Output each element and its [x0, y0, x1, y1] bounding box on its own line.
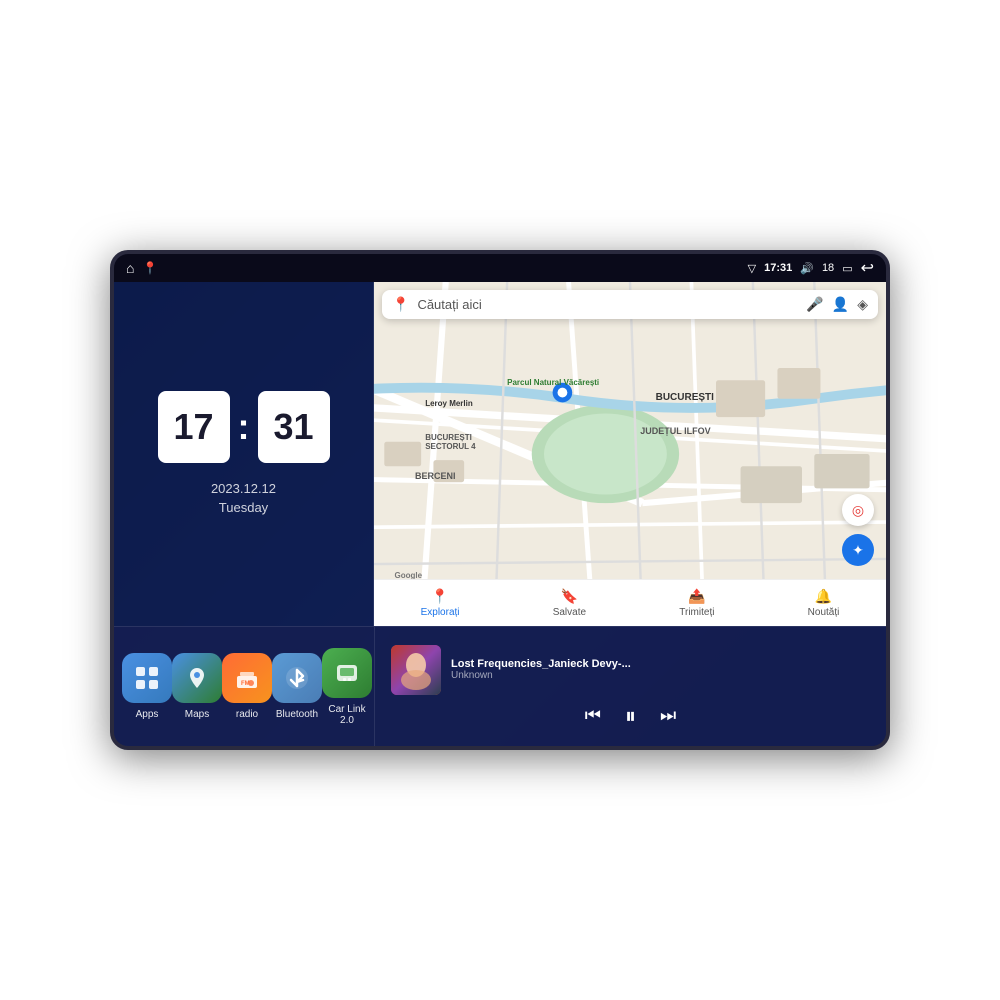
- map-container[interactable]: TRAPEZULUI BUCUREȘTI JUDEȚUL ILFOV Parcu…: [374, 282, 886, 626]
- maps-pin-icon: 📍: [392, 296, 409, 313]
- volume-icon: 🔊: [800, 262, 814, 275]
- prev-button[interactable]: ⏮: [585, 705, 601, 726]
- play-icon: ⏸: [625, 703, 636, 729]
- app-item-radio[interactable]: FM radio: [222, 653, 272, 720]
- app-item-apps[interactable]: Apps: [122, 653, 172, 720]
- back-icon[interactable]: ↩: [861, 258, 874, 278]
- news-label: Noutăți: [808, 607, 840, 618]
- apps-icon-img: [122, 653, 172, 703]
- explore-icon: 📍: [431, 588, 448, 605]
- album-art-img: [391, 645, 441, 695]
- date-text: 2023.12.12: [211, 479, 276, 499]
- music-artist: Unknown: [451, 670, 870, 681]
- clock-display: 17 : 31: [158, 391, 330, 463]
- map-search-icons: 🎤 👤 ◈: [806, 296, 868, 313]
- account-icon[interactable]: 👤: [832, 296, 849, 313]
- news-icon: 🔔: [815, 588, 832, 605]
- date-display: 2023.12.12 Tuesday: [211, 479, 276, 518]
- radio-label: radio: [236, 709, 258, 720]
- mic-icon[interactable]: 🎤: [806, 296, 823, 313]
- explore-label: Explorați: [421, 607, 460, 618]
- nav-icon[interactable]: 📍: [142, 261, 157, 275]
- map-searchbar[interactable]: 📍 Căutați aici 🎤 👤 ◈: [382, 290, 878, 319]
- map-nav-explore[interactable]: 📍 Explorați: [421, 588, 460, 618]
- send-label: Trimiteți: [679, 607, 714, 618]
- map-panel: TRAPEZULUI BUCUREȘTI JUDEȚUL ILFOV Parcu…: [374, 282, 886, 626]
- map-label-berceni: BERCENI: [415, 471, 456, 481]
- prev-icon: ⏮: [585, 705, 601, 726]
- map-nav-saved[interactable]: 🔖 Salvate: [553, 588, 586, 618]
- maps-icon-img: [172, 653, 222, 703]
- bluetooth-icon-img: [272, 653, 322, 703]
- clock-colon: :: [238, 406, 250, 448]
- play-pause-button[interactable]: ⏸: [625, 703, 636, 729]
- location-icon: ✦: [852, 542, 864, 559]
- next-icon: ⏭: [660, 705, 676, 726]
- music-player: Lost Frequencies_Janieck Devy-... Unknow…: [374, 627, 886, 746]
- album-art: [391, 645, 441, 695]
- send-icon: 📤: [688, 588, 705, 605]
- device-frame: ⌂ 📍 ▽ 17:31 🔊 18 ▭ ↩ 17 : 31 2023.12.1: [110, 250, 890, 750]
- map-nav-send[interactable]: 📤 Trimiteți: [679, 588, 714, 618]
- carlink-icon-img: [322, 648, 372, 698]
- battery-icon: ▭: [842, 262, 852, 275]
- clock-panel: 17 : 31 2023.12.12 Tuesday: [114, 282, 374, 626]
- map-label-ilfov: JUDEȚUL ILFOV: [640, 426, 710, 436]
- top-area: 17 : 31 2023.12.12 Tuesday: [114, 282, 886, 626]
- compass-icon: ◎: [852, 502, 864, 519]
- clock-hours: 17: [158, 391, 230, 463]
- volume-level: 18: [822, 262, 834, 274]
- apps-label: Apps: [136, 709, 159, 720]
- status-bar: ⌂ 📍 ▽ 17:31 🔊 18 ▭ ↩: [114, 254, 886, 282]
- map-compass-btn[interactable]: ◎: [842, 494, 874, 526]
- map-visual: TRAPEZULUI BUCUREȘTI JUDEȚUL ILFOV Parcu…: [374, 282, 886, 626]
- map-label-leroy: Leroy Merlin: [425, 399, 473, 408]
- bluetooth-label: Bluetooth: [276, 709, 318, 720]
- map-search-text[interactable]: Căutați aici: [417, 297, 798, 312]
- app-item-maps[interactable]: Maps: [172, 653, 222, 720]
- layers-icon[interactable]: ◈: [857, 296, 868, 313]
- music-controls: ⏮ ⏸ ⏭: [391, 703, 870, 729]
- radio-icon-img: FM: [222, 653, 272, 703]
- carlink-label: Car Link 2.0: [322, 704, 372, 726]
- map-location-btn[interactable]: ✦: [842, 534, 874, 566]
- map-nav-news[interactable]: 🔔 Noutăți: [808, 588, 840, 618]
- music-top: Lost Frequencies_Janieck Devy-... Unknow…: [391, 645, 870, 695]
- music-info: Lost Frequencies_Janieck Devy-... Unknow…: [451, 658, 870, 681]
- app-item-carlink[interactable]: Car Link 2.0: [322, 648, 372, 726]
- bottom-dock: Apps Maps: [114, 626, 886, 746]
- day-text: Tuesday: [211, 498, 276, 518]
- main-screen: 17 : 31 2023.12.12 Tuesday: [114, 282, 886, 746]
- map-bottom-nav: 📍 Explorați 🔖 Salvate 📤 Trimiteți �: [374, 579, 886, 626]
- map-label-bucuresti: BUCUREȘTI: [656, 392, 714, 403]
- next-button[interactable]: ⏭: [660, 705, 676, 726]
- saved-label: Salvate: [553, 607, 586, 618]
- apps-row: Apps Maps: [114, 627, 374, 746]
- signal-icon: ▽: [748, 262, 756, 275]
- map-label-sector4: BUCUREȘTISECTORUL 4: [425, 433, 475, 451]
- music-title: Lost Frequencies_Janieck Devy-...: [451, 658, 870, 670]
- home-icon[interactable]: ⌂: [126, 260, 134, 276]
- status-time: 17:31: [764, 262, 792, 274]
- status-right: ▽ 17:31 🔊 18 ▭ ↩: [748, 258, 874, 278]
- saved-icon: 🔖: [561, 588, 578, 605]
- status-left: ⌂ 📍: [126, 260, 157, 276]
- app-item-bluetooth[interactable]: Bluetooth: [272, 653, 322, 720]
- clock-minutes: 31: [258, 391, 330, 463]
- map-label-parc: Parcul Natural Văcărești: [507, 378, 599, 387]
- maps-label: Maps: [185, 709, 209, 720]
